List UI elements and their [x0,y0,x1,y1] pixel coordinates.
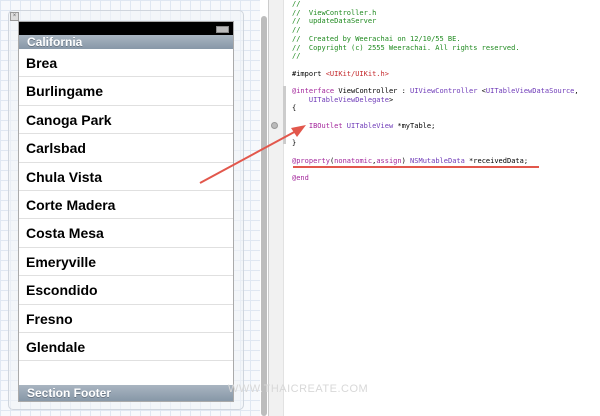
arrow-head-icon [291,125,306,137]
watermark: WWW.THAICREATE.COM [228,383,369,395]
arrow-line [199,129,299,184]
annotation-arrow [199,125,306,184]
